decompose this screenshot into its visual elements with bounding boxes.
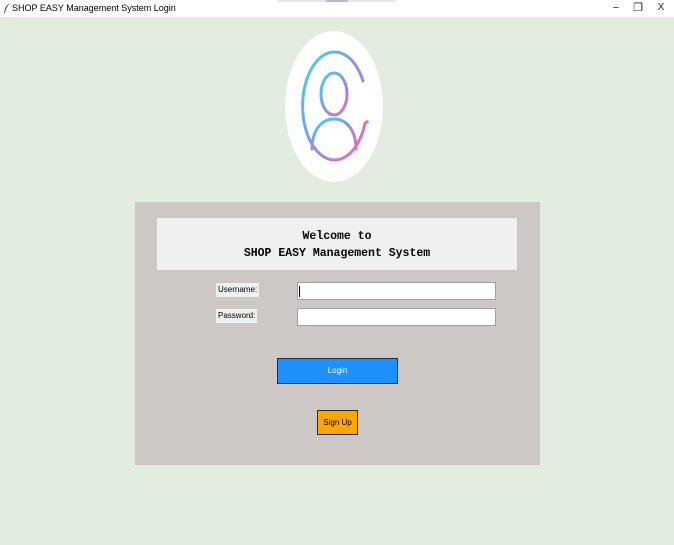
text-caret (299, 286, 300, 297)
login-button[interactable]: Login (277, 358, 398, 384)
close-button[interactable]: X (649, 0, 673, 17)
user-avatar (285, 31, 383, 182)
password-input[interactable] (297, 308, 496, 326)
welcome-line-1: Welcome to (302, 230, 372, 243)
title-accent-bar (278, 0, 396, 2)
user-avatar-icon (301, 50, 369, 162)
username-label: Username: (216, 283, 260, 297)
window-title: SHOP EASY Management System Login (12, 3, 176, 13)
username-input[interactable] (297, 282, 496, 300)
minimize-button[interactable]: − (604, 0, 628, 17)
welcome-line-2: SHOP EASY Management System (243, 247, 431, 260)
welcome-banner: Welcome to SHOP EASY Management System (157, 218, 517, 270)
maximize-button[interactable]: ❐ (626, 0, 650, 17)
title-bar: SHOP EASY Management System Login − ❐ X (0, 0, 674, 17)
feather-icon (3, 3, 11, 14)
login-panel: Welcome to SHOP EASY Management System U… (135, 202, 540, 465)
password-label: Password: (216, 309, 258, 323)
sign-up-button[interactable]: Sign Up (317, 410, 358, 435)
